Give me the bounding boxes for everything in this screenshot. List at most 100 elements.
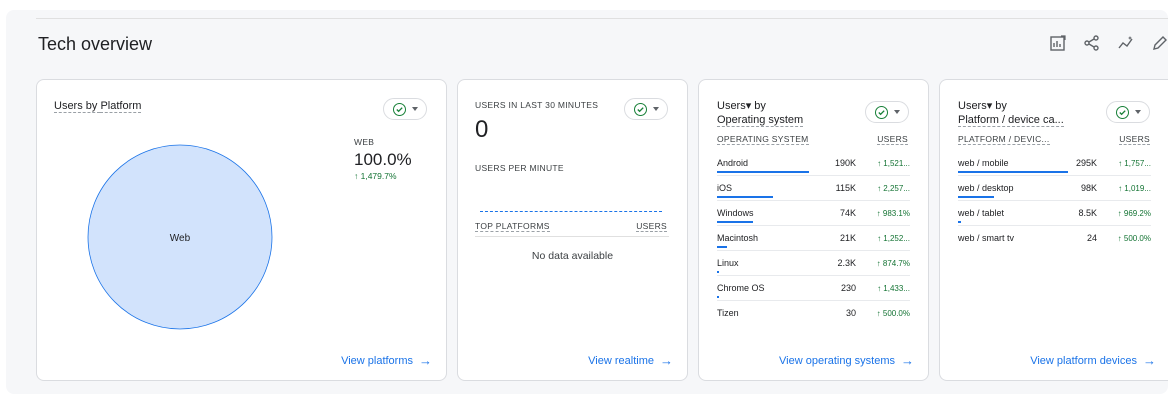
- legend-label: WEB: [354, 137, 375, 147]
- chevron-down-icon: [1134, 110, 1141, 114]
- table-row[interactable]: Tizen 30 ↑ 500.0%: [717, 300, 910, 325]
- row-change: ↑ 983.1%: [856, 200, 910, 226]
- platform-pie-chart: Web: [87, 144, 273, 330]
- share-bar: [958, 171, 1068, 173]
- row-change: ↑ 1,019...: [1097, 175, 1151, 201]
- realtime-value: 0: [475, 116, 489, 143]
- row-users: 230: [827, 275, 856, 301]
- link-label: View platform devices: [1030, 354, 1137, 367]
- arrow-right-icon: →: [660, 353, 673, 368]
- table-row[interactable]: web / desktop 98K ↑ 1,019...: [958, 175, 1151, 201]
- col-top-platforms[interactable]: TOP PLATFORMS: [475, 221, 550, 232]
- share-bar: [717, 246, 728, 248]
- row-name: iOS: [717, 183, 733, 193]
- row-change: ↑ 874.7%: [856, 250, 910, 276]
- realtime-card: USERS IN LAST 30 MINUTES 0 USERS PER MIN…: [457, 79, 688, 381]
- row-change: ↑ 1,757...: [1118, 158, 1151, 168]
- col-users[interactable]: USERS: [877, 134, 908, 145]
- table-row[interactable]: web / mobile 295K ↑ 1,757...: [958, 151, 1151, 176]
- dimension-label[interactable]: Operating system: [717, 114, 804, 127]
- arrow-right-icon: →: [901, 353, 914, 368]
- row-change: ↑ 500.0%: [1097, 225, 1151, 250]
- table-row[interactable]: iOS 115K ↑ 2,257...: [717, 175, 910, 201]
- row-name: Macintosh: [717, 233, 759, 243]
- link-label: View operating systems: [779, 354, 895, 367]
- col-users[interactable]: USERS: [1119, 134, 1150, 145]
- row-users: 115K: [827, 175, 856, 201]
- empty-state: No data available: [531, 250, 614, 262]
- card-title: Users by Platform: [54, 99, 142, 113]
- check-circle-icon: [1115, 105, 1129, 119]
- row-change: ↑ 1,252...: [856, 225, 910, 251]
- table-row[interactable]: web / tablet 8.5K ↑ 969.2%: [958, 200, 1151, 226]
- chevron-down-icon: [411, 107, 418, 111]
- edit-chart-icon[interactable]: [1048, 33, 1068, 53]
- table-row[interactable]: Chrome OS 230 ↑ 1,433...: [717, 275, 910, 301]
- row-users: 24: [1068, 225, 1097, 250]
- row-name: Android: [717, 158, 749, 168]
- dimension-label[interactable]: Platform: [100, 100, 142, 113]
- table-row[interactable]: Macintosh 21K ↑ 1,252...: [717, 225, 910, 251]
- card-title: Users▾ by Operating system: [717, 99, 804, 127]
- dimension-label[interactable]: Platform / device ca...: [958, 114, 1064, 127]
- col-users[interactable]: USERS: [636, 221, 667, 232]
- per-minute-label: USERS PER MINUTE: [475, 163, 564, 173]
- platform-legend: WEB 100.0% ↑ 1,479.7%: [354, 137, 412, 181]
- col-platform-device[interactable]: PLATFORM / DEVIC...: [958, 134, 1050, 145]
- share-bar: [717, 296, 719, 298]
- share-bar: [717, 271, 719, 273]
- insights-icon[interactable]: [1116, 33, 1136, 53]
- table-row[interactable]: web / smart tv 24 ↑ 500.0%: [958, 225, 1151, 250]
- share-bar: [717, 221, 753, 223]
- col-operating-system[interactable]: OPERATING SYSTEM: [717, 134, 809, 145]
- row-users: 8.5K: [1068, 200, 1097, 226]
- per-minute-baseline: [480, 211, 662, 212]
- row-name: Chrome OS: [717, 283, 765, 293]
- row-change: ↑ 1,521...: [877, 158, 910, 168]
- table-row[interactable]: Windows 74K ↑ 983.1%: [717, 200, 910, 226]
- row-users: 30: [827, 300, 856, 325]
- metric-label[interactable]: Users▾ by: [717, 99, 803, 113]
- arrow-right-icon: →: [1143, 353, 1156, 368]
- section-divider: [36, 18, 1168, 19]
- view-platforms-link[interactable]: View platforms →: [341, 353, 432, 368]
- pie-slice-label: Web: [170, 233, 191, 244]
- pencil-icon[interactable]: [1150, 33, 1168, 53]
- users-by-os-card: Users▾ by Operating system OPERATING SYS…: [698, 79, 929, 381]
- comparison-toggle-button[interactable]: [383, 98, 427, 120]
- view-devices-link[interactable]: View platform devices →: [1030, 353, 1156, 368]
- share-bar: [717, 196, 773, 198]
- table-row[interactable]: Linux 2.3K ↑ 874.7%: [717, 250, 910, 276]
- check-circle-icon: [874, 105, 888, 119]
- row-name: web / tablet: [958, 208, 1005, 218]
- comparison-toggle-button[interactable]: [865, 101, 909, 123]
- device-table: web / mobile 295K ↑ 1,757... web / desktop 9…: [958, 151, 1151, 250]
- row-change: ↑ 500.0%: [856, 300, 910, 325]
- table-divider: [475, 236, 669, 237]
- view-realtime-link[interactable]: View realtime →: [588, 353, 673, 368]
- table-row[interactable]: Android 190K ↑ 1,521...: [717, 151, 910, 176]
- view-os-link[interactable]: View operating systems →: [779, 353, 914, 368]
- comparison-toggle-button[interactable]: [624, 98, 668, 120]
- share-icon[interactable]: [1082, 33, 1102, 53]
- chevron-down-icon: [893, 110, 900, 114]
- metric-label[interactable]: Users by: [54, 100, 101, 113]
- row-users: 74K: [827, 200, 856, 226]
- legend-value: 100.0%: [354, 150, 412, 169]
- users-by-platform-card: Users by Platform Web WEB 100.0% ↑ 1,479…: [36, 79, 447, 381]
- row-name: web / smart tv: [958, 233, 1015, 243]
- row-name: web / mobile: [958, 158, 1009, 168]
- row-users: 98K: [1068, 175, 1097, 201]
- share-bar: [958, 221, 962, 223]
- check-circle-icon: [392, 102, 406, 116]
- comparison-toggle-button[interactable]: [1106, 101, 1150, 123]
- row-name: Windows: [717, 208, 754, 218]
- os-table: Android 190K ↑ 1,521... iOS 115K ↑ 2,257... Wi…: [717, 151, 910, 325]
- section-toolbar: [1048, 33, 1168, 53]
- link-label: View platforms: [341, 354, 413, 367]
- metric-label[interactable]: Users▾ by: [958, 99, 1064, 113]
- row-name: Linux: [717, 258, 739, 268]
- row-change: ↑ 2,257...: [856, 175, 910, 201]
- row-change: ↑ 1,433...: [856, 275, 910, 301]
- link-label: View realtime: [588, 354, 654, 367]
